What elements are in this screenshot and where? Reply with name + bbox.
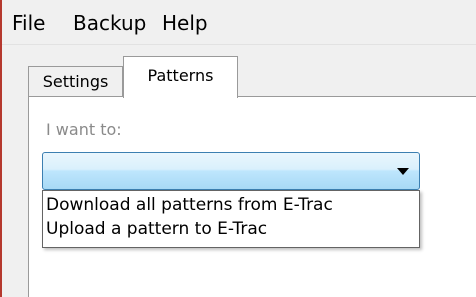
action-select[interactable] bbox=[42, 152, 420, 190]
i-want-to-label: I want to: bbox=[46, 120, 122, 139]
option-upload-pattern[interactable]: Upload a pattern to E-Trac bbox=[46, 219, 267, 239]
menu-help[interactable]: Help bbox=[162, 12, 208, 34]
menu-backup[interactable]: Backup bbox=[73, 12, 146, 34]
tab-settings[interactable]: Settings bbox=[28, 66, 123, 96]
tab-patterns[interactable]: Patterns bbox=[123, 56, 238, 98]
menu-file[interactable]: File bbox=[12, 12, 45, 34]
chevron-down-icon[interactable] bbox=[397, 168, 409, 175]
menu-bar: File Backup Help bbox=[2, 0, 476, 45]
option-download-all-patterns[interactable]: Download all patterns from E-Trac bbox=[46, 195, 333, 215]
action-dropdown-list: Download all patterns from E-Trac Upload… bbox=[42, 190, 420, 248]
app-window: File Backup Help Settings Patterns I wan… bbox=[0, 0, 476, 297]
